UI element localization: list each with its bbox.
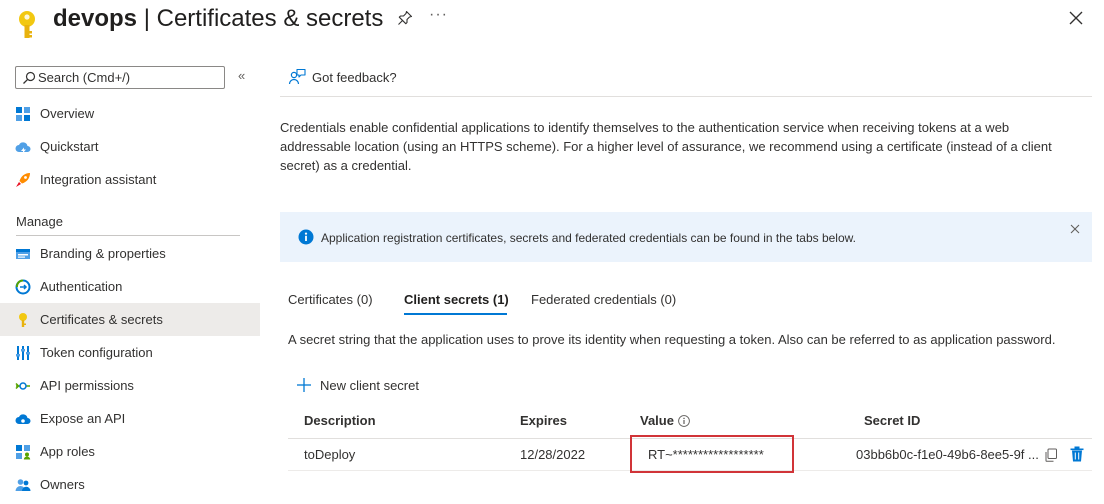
search-icon — [23, 71, 36, 84]
sidebar-item-label: Owners — [40, 477, 85, 492]
sidebar-item-api-permissions[interactable]: API permissions — [0, 369, 260, 402]
column-header-description: Description — [304, 413, 376, 428]
sidebar-item-token-configuration[interactable]: Token configuration — [0, 336, 260, 369]
sidebar-item-branding[interactable]: Branding & properties — [0, 237, 260, 270]
delete-icon[interactable] — [1070, 446, 1084, 462]
sidebar-item-label: Token configuration — [40, 345, 153, 360]
feedback-label: Got feedback? — [312, 70, 397, 85]
sidebar-item-label: Branding & properties — [40, 246, 166, 261]
info-banner: Application registration certificates, s… — [280, 212, 1092, 262]
blade-header: devops | Certificates & secrets ··· — [0, 0, 1104, 48]
sidebar-item-label: Quickstart — [40, 139, 99, 154]
sidebar-item-label: Authentication — [40, 279, 123, 294]
sidebar-item-app-roles[interactable]: App roles — [0, 435, 260, 468]
sidebar: « Overview Quickstart Integration assist… — [0, 56, 260, 504]
section-divider — [16, 235, 240, 236]
tab-certificates[interactable]: Certificates (0) — [288, 292, 373, 316]
column-header-expires: Expires — [520, 413, 567, 428]
cell-secret-id: 03bb6b0c-f1e0-49b6-8ee5-9f ... — [856, 447, 1039, 462]
copy-icon[interactable] — [1044, 448, 1058, 462]
page-name: Certificates & secrets — [156, 5, 384, 32]
info-banner-message: Application registration certificates, s… — [321, 231, 856, 245]
owners-icon — [15, 479, 31, 491]
pin-icon[interactable] — [397, 10, 413, 26]
new-client-secret-label: New client secret — [320, 378, 419, 393]
sidebar-item-label: Expose an API — [40, 411, 126, 426]
app-roles-icon — [16, 445, 31, 460]
sidebar-item-owners[interactable]: Owners — [0, 468, 260, 501]
sidebar-item-label: Overview — [40, 106, 95, 121]
main-content: Got feedback? Credentials enable confide… — [280, 56, 1092, 504]
token-config-icon — [16, 346, 30, 360]
sidebar-item-integration-assistant[interactable]: Integration assistant — [0, 163, 260, 196]
toolbar-divider — [280, 96, 1092, 97]
sidebar-item-expose-api[interactable]: Expose an API — [0, 402, 260, 435]
sidebar-item-label: App roles — [40, 444, 95, 459]
close-icon[interactable] — [1068, 10, 1084, 26]
more-options-icon[interactable]: ··· — [429, 6, 448, 24]
key-icon — [19, 313, 27, 327]
title-separator: | — [137, 5, 157, 32]
column-header-value: Value — [640, 413, 674, 428]
cell-description: toDeploy — [304, 447, 356, 462]
feedback-person-icon — [288, 68, 306, 85]
rocket-icon — [16, 173, 30, 187]
sidebar-item-certificates-secrets[interactable]: Certificates & secrets — [0, 303, 260, 336]
collapse-sidebar-icon[interactable]: « — [238, 68, 245, 83]
branding-icon — [16, 249, 30, 259]
app-name: devops — [53, 5, 138, 32]
add-icon — [297, 378, 311, 392]
dismiss-banner-icon[interactable] — [1070, 224, 1080, 234]
page-title: devops | Certificates & secrets — [53, 4, 383, 34]
sidebar-item-label: API permissions — [40, 378, 134, 393]
authentication-icon — [15, 279, 31, 295]
client-secret-description: A secret string that the application use… — [288, 332, 1056, 347]
column-header-value-wrap: Value — [640, 413, 690, 428]
api-permissions-icon — [15, 382, 30, 390]
tab-federated-credentials[interactable]: Federated credentials (0) — [531, 292, 676, 316]
value-highlight-box — [630, 435, 794, 473]
search-input[interactable] — [38, 69, 218, 86]
info-icon — [298, 229, 314, 245]
info-circle-icon[interactable] — [678, 415, 690, 427]
section-heading-manage: Manage — [16, 214, 63, 229]
key-icon — [19, 11, 35, 38]
sidebar-item-label: Certificates & secrets — [40, 312, 163, 327]
column-header-secret-id: Secret ID — [864, 413, 921, 428]
quickstart-cloud-icon — [15, 142, 31, 153]
sidebar-item-quickstart[interactable]: Quickstart — [0, 130, 260, 163]
sidebar-item-authentication[interactable]: Authentication — [0, 270, 260, 303]
sidebar-item-overview[interactable]: Overview — [0, 97, 260, 130]
expose-api-cloud-icon — [15, 414, 31, 424]
search-box[interactable] — [15, 66, 225, 89]
credentials-description: Credentials enable confidential applicat… — [280, 120, 1052, 173]
cell-expires: 12/28/2022 — [520, 447, 586, 462]
overview-grid-icon — [16, 107, 30, 121]
sidebar-item-label: Integration assistant — [40, 172, 157, 187]
active-tab-indicator — [404, 313, 507, 315]
